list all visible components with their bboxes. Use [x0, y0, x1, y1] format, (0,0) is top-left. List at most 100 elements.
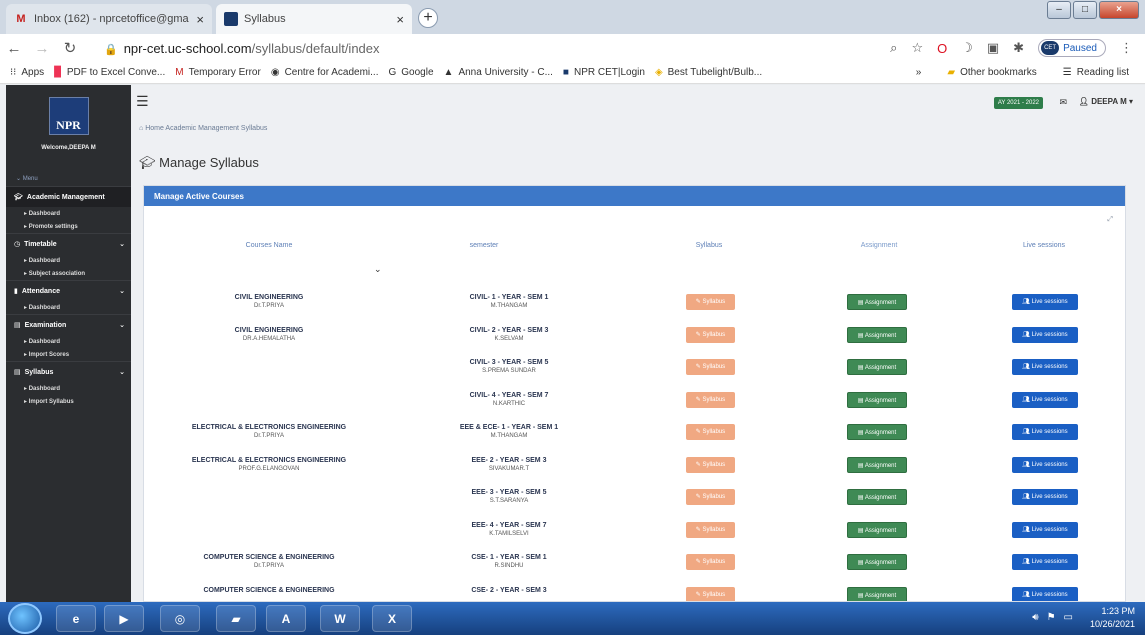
- reload-icon[interactable]: ↻: [56, 39, 84, 57]
- sidebar-item-import-scores[interactable]: ▸ Import Scores: [6, 348, 131, 361]
- live-sessions-button[interactable]: 👥︎ Live sessions: [1012, 391, 1078, 408]
- extension-icon[interactable]: ☽: [961, 40, 973, 56]
- more-menu-icon[interactable]: ⋮: [1120, 40, 1133, 56]
- close-window-button[interactable]: ×: [1099, 1, 1139, 19]
- user-menu[interactable]: 👤︎ DEEPA M ▾: [1079, 97, 1133, 106]
- assignment-button[interactable]: ▤ Assignment: [847, 521, 907, 538]
- syllabus-button[interactable]: ✎ Syllabus: [686, 586, 735, 601]
- sidebar-group-timetable[interactable]: ◷ Timetable ⌄: [6, 233, 131, 254]
- network-icon[interactable]: ▭: [1064, 612, 1073, 623]
- syllabus-button[interactable]: ✎ Syllabus: [686, 294, 735, 310]
- syllabus-button[interactable]: ✎ Syllabus: [686, 424, 735, 440]
- users-icon: ▮: [14, 288, 18, 295]
- bookmark-apps[interactable]: ⁝⁝ Apps: [10, 67, 44, 78]
- cast-icon[interactable]: ▣: [987, 40, 999, 56]
- syllabus-button[interactable]: ✎ Syllabus: [686, 456, 735, 473]
- bookmark-google[interactable]: G Google: [389, 67, 434, 78]
- acrobat-icon[interactable]: A: [266, 605, 306, 632]
- volume-icon[interactable]: 🔊︎: [1032, 612, 1038, 623]
- bookmark-centre[interactable]: ◉ Centre for Academi...: [271, 67, 379, 78]
- media-player-icon[interactable]: ▶: [104, 605, 144, 632]
- ie-icon[interactable]: e: [56, 605, 96, 632]
- users-icon: 👥︎: [1022, 591, 1030, 598]
- assignment-button[interactable]: ▤ Assignment: [847, 424, 907, 440]
- sidebar-item-dashboard[interactable]: ▸ Dashboard: [6, 335, 131, 348]
- sidebar-group-examination[interactable]: ▤ Examination ⌄: [6, 314, 131, 335]
- live-sessions-button[interactable]: 👥︎ Live sessions: [1012, 521, 1078, 538]
- clock[interactable]: 1:23 PM 10/26/2021: [1090, 605, 1135, 631]
- sidebar-item-dashboard[interactable]: ▸ Dashboard: [6, 254, 131, 267]
- syllabus-button[interactable]: ✎ Syllabus: [686, 326, 735, 343]
- sidebar-item-import-syllabus[interactable]: ▸ Import Syllabus: [6, 395, 131, 408]
- assignment-button[interactable]: ▤ Assignment: [847, 456, 907, 473]
- menu-header[interactable]: ⌄ Menu: [6, 171, 131, 186]
- close-tab-icon[interactable]: ×: [396, 12, 404, 27]
- home-icon[interactable]: ⌂: [139, 125, 143, 132]
- live-sessions-button[interactable]: 👥︎ Live sessions: [1012, 359, 1078, 375]
- other-bookmarks[interactable]: ▰ Other bookmarks: [947, 67, 1036, 78]
- sidebar-item-dashboard[interactable]: ▸ Dashboard: [6, 382, 131, 395]
- forward-icon[interactable]: →: [28, 40, 56, 57]
- assignment-button[interactable]: ▤ Assignment: [847, 554, 907, 570]
- live-sessions-button[interactable]: 👥︎ Live sessions: [1012, 294, 1078, 310]
- chevron-down-icon[interactable]: ⌄: [374, 264, 382, 275]
- syllabus-button[interactable]: ✎ Syllabus: [686, 521, 735, 538]
- profile-button[interactable]: CET Paused: [1038, 39, 1106, 57]
- live-sessions-button[interactable]: 👥︎ Live sessions: [1012, 586, 1078, 601]
- reading-list[interactable]: ☰ Reading list: [1063, 67, 1129, 78]
- notification-icon[interactable]: ✉: [1059, 97, 1067, 108]
- assignment-button[interactable]: ▤ Assignment: [847, 586, 907, 601]
- bookmark-anna-university[interactable]: ▲ Anna University - C...: [444, 67, 553, 78]
- bookmark-temporary-error[interactable]: M Temporary Error: [175, 67, 261, 78]
- assignment-button[interactable]: ▤ Assignment: [847, 294, 907, 310]
- live-sessions-button[interactable]: 👥︎ Live sessions: [1012, 489, 1078, 505]
- sidebar-item-dashboard[interactable]: ▸ Dashboard: [6, 207, 131, 220]
- bookmark-tubelight[interactable]: ◈ Best Tubelight/Bulb...: [655, 67, 762, 78]
- bookmark-npr[interactable]: ■ NPR CET|Login: [563, 67, 645, 78]
- minimize-button[interactable]: –: [1047, 1, 1071, 19]
- url-field[interactable]: 🔒 npr-cet.uc-school.com/syllabus/default/…: [104, 41, 380, 56]
- college-logo: NPR: [48, 97, 89, 135]
- extensions-puzzle-icon[interactable]: ✱: [1013, 40, 1024, 56]
- start-button[interactable]: [8, 603, 42, 634]
- live-sessions-button[interactable]: 👥︎ Live sessions: [1012, 326, 1078, 343]
- syllabus-button[interactable]: ✎ Syllabus: [686, 391, 735, 408]
- bookmark-pdf[interactable]: ▉ PDF to Excel Conve...: [54, 67, 165, 78]
- assignment-button[interactable]: ▤ Assignment: [847, 391, 907, 408]
- assignment-button[interactable]: ▤ Assignment: [847, 326, 907, 343]
- close-tab-icon[interactable]: ×: [196, 12, 204, 27]
- more-bookmarks-icon[interactable]: »: [916, 67, 922, 78]
- sidebar-group-attendance[interactable]: ▮ Attendance ⌄: [6, 280, 131, 301]
- users-icon: 👥︎: [1022, 461, 1030, 468]
- hamburger-menu-icon[interactable]: ☰: [136, 93, 149, 110]
- syllabus-button[interactable]: ✎ Syllabus: [686, 489, 735, 505]
- live-sessions-button[interactable]: 👥︎ Live sessions: [1012, 424, 1078, 440]
- live-sessions-button[interactable]: 👥︎ Live sessions: [1012, 456, 1078, 473]
- live-sessions-button[interactable]: 👥︎ Live sessions: [1012, 554, 1078, 570]
- academic-year-badge[interactable]: AY 2021 - 2022: [993, 97, 1043, 109]
- assignment-button[interactable]: ▤ Assignment: [847, 489, 907, 505]
- new-tab-button[interactable]: +: [418, 8, 438, 28]
- tab-gmail[interactable]: M Inbox (162) - nprcetoffice@gma ×: [6, 4, 212, 34]
- assignment-button[interactable]: ▤ Assignment: [847, 359, 907, 375]
- flag-icon[interactable]: ⚑: [1047, 612, 1056, 623]
- excel-icon[interactable]: X: [372, 605, 412, 632]
- sidebar-item-subject-association[interactable]: ▸ Subject association: [6, 267, 131, 280]
- sidebar-item-promote-settings[interactable]: ▸ Promote settings: [6, 220, 131, 233]
- maximize-button[interactable]: □: [1073, 1, 1097, 19]
- syllabus-button[interactable]: ✎ Syllabus: [686, 359, 735, 375]
- chrome-icon[interactable]: ◎: [160, 605, 200, 632]
- bookmark-star-icon[interactable]: ☆: [911, 40, 923, 56]
- expand-icon[interactable]: ⤢: [1107, 216, 1113, 224]
- window-controls: – □ ×: [1047, 1, 1139, 19]
- tab-syllabus[interactable]: Syllabus ×: [216, 4, 412, 34]
- sidebar-group-academic-management[interactable]: 🎓︎ Academic Management: [6, 186, 131, 207]
- search-icon[interactable]: ⌕: [890, 40, 897, 56]
- sidebar-item-dashboard[interactable]: ▸ Dashboard: [6, 301, 131, 314]
- opera-icon[interactable]: O: [937, 41, 947, 56]
- sidebar-group-syllabus[interactable]: ▤ Syllabus ⌄: [6, 361, 131, 382]
- syllabus-button[interactable]: ✎ Syllabus: [686, 554, 735, 570]
- back-icon[interactable]: ←: [0, 40, 28, 57]
- word-icon[interactable]: W: [320, 605, 360, 632]
- folder-icon[interactable]: ▰: [216, 605, 256, 632]
